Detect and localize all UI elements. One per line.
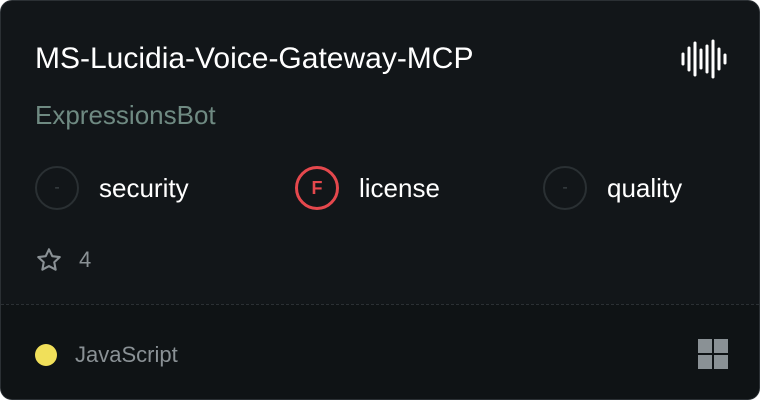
language-label: JavaScript — [75, 342, 178, 367]
quality-label: quality — [607, 172, 683, 203]
quality-score: - quality — [543, 163, 682, 213]
security-grade-badge: - — [35, 166, 79, 210]
license-label: license — [359, 172, 440, 203]
license-score: F license — [295, 163, 440, 213]
star-count: 4 — [79, 247, 92, 272]
audio-waveform-icon — [681, 39, 727, 79]
author-link[interactable]: ExpressionsBot — [35, 98, 216, 132]
card-footer: JavaScript — [1, 304, 759, 399]
server-card[interactable]: MS-Lucidia-Voice-Gateway-MCP Expressions… — [0, 0, 760, 400]
star-rating[interactable]: 4 — [35, 243, 91, 277]
star-icon — [37, 248, 61, 271]
license-grade-badge: F — [295, 166, 339, 210]
quality-grade-badge: - — [543, 166, 587, 210]
security-label: security — [99, 172, 189, 203]
windows-grid-icon — [698, 339, 728, 369]
language-color-dot — [35, 344, 57, 366]
server-title[interactable]: MS-Lucidia-Voice-Gateway-MCP — [35, 41, 473, 77]
security-score: - security — [35, 163, 189, 213]
